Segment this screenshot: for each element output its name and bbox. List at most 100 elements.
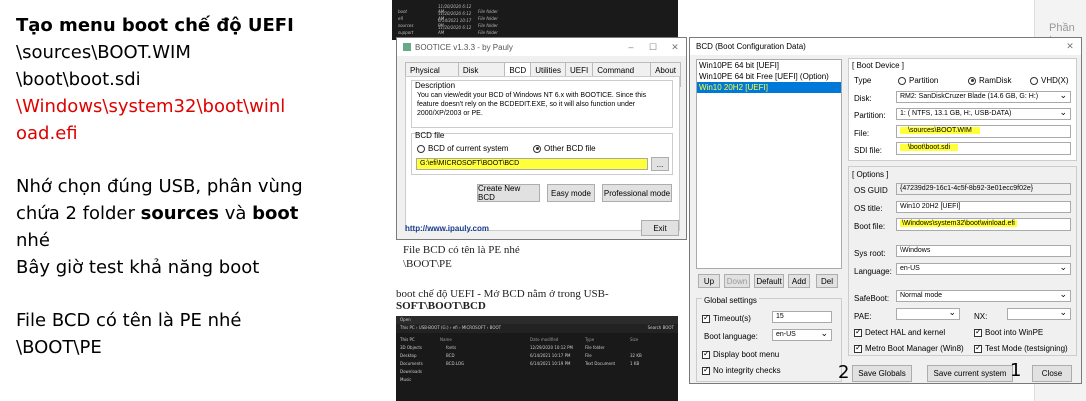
checkbox-icon[interactable] xyxy=(702,349,710,359)
bootice-title: BOOTICE v1.3.3 - by Pauly xyxy=(415,42,513,52)
nx-label: NX: xyxy=(974,312,988,321)
close-button[interactable]: Close xyxy=(1032,365,1072,382)
type-vhd-radio[interactable]: VHD(X) xyxy=(1030,76,1069,85)
checkbox-icon[interactable] xyxy=(974,343,982,353)
disk-label: Disk: xyxy=(854,94,872,103)
sys-root-field[interactable]: \Windows xyxy=(896,245,1071,257)
sdi-file-field[interactable]: \boot\boot.sdi xyxy=(896,142,1071,155)
up-button[interactable]: Up xyxy=(698,274,720,288)
boot-language-select[interactable]: en-US xyxy=(772,329,832,341)
explorer-file-row[interactable]: BCD.LOG 6/14/2021 10:19 PM Text Document 1 … xyxy=(440,361,674,369)
nav-item[interactable]: 3D Objects xyxy=(400,345,432,353)
save-globals-button[interactable]: Save Globals xyxy=(852,365,912,382)
explorer-file-row[interactable]: BCD 6/14/2021 10:17 PM File 32 KB xyxy=(440,353,674,361)
timeout-checkbox[interactable]: Timeout(s) xyxy=(702,313,751,323)
nx-select[interactable] xyxy=(1007,308,1071,320)
disk-select[interactable]: RM2: SanDiskCruzer Blade (14.6 GB, G: H:… xyxy=(896,91,1071,103)
partition-select[interactable]: 1: ( NTFS, 13.1 GB, H:, USB-DATA) xyxy=(896,108,1071,120)
explorer-header: Name Date modified Type Size xyxy=(440,337,639,342)
boot-entry[interactable]: Win10PE 64 bit [UEFI] xyxy=(697,60,841,71)
professional-mode-button[interactable]: Professional mode xyxy=(602,184,672,202)
radio-icon[interactable] xyxy=(1030,76,1038,85)
notes-title: Tạo menu boot chế độ UEFI xyxy=(16,15,294,36)
radio-icon[interactable] xyxy=(533,144,541,153)
bcd-path-field[interactable]: G:\efi\MICROSOFT\BOOT\BCD xyxy=(416,158,648,170)
radio-icon[interactable] xyxy=(898,76,906,85)
close-icon[interactable]: ✕ xyxy=(664,42,686,53)
doc-line-2: SOFT\BOOT\BCD xyxy=(396,300,486,312)
minimize-icon[interactable]: – xyxy=(620,42,642,53)
explorer-row[interactable]: efi11/20/2020 6:12 AM File folder xyxy=(398,11,672,21)
del-button[interactable]: Del xyxy=(816,274,838,288)
down-button[interactable]: Down xyxy=(724,274,750,288)
sys-root-label: Sys root: xyxy=(854,249,886,258)
bcd-window: BCD (Boot Configuration Data) ✕ Win10PE … xyxy=(689,37,1082,384)
radio-icon[interactable] xyxy=(417,144,425,153)
boot-file-field[interactable]: \Windows\system32\boot\winload.efi xyxy=(896,218,1071,231)
ipauly-link[interactable]: http://www.ipauly.com xyxy=(405,224,489,233)
maximize-icon[interactable]: ☐ xyxy=(642,42,664,53)
nav-item[interactable]: Music xyxy=(400,377,432,385)
pae-select[interactable] xyxy=(896,308,960,320)
language-label: Language: xyxy=(854,267,892,276)
explorer-nav: This PC 3D Objects Desktop Documents Dow… xyxy=(396,333,436,389)
display-boot-menu-checkbox[interactable]: Display boot menu xyxy=(702,349,779,359)
checkbox-icon[interactable] xyxy=(854,343,862,353)
save-current-system-button[interactable]: Save current system xyxy=(927,365,1013,382)
add-button[interactable]: Add xyxy=(788,274,810,288)
options-label: [ Options ] xyxy=(852,170,889,179)
global-settings-label: Global settings xyxy=(702,296,759,305)
close-icon[interactable]: ✕ xyxy=(1059,41,1081,52)
explorer-file-row[interactable]: fonts 12/29/2020 10:12 PM File folder xyxy=(440,345,674,353)
nav-item[interactable]: Desktop xyxy=(400,353,432,361)
radio-bcd-other[interactable]: Other BCD file xyxy=(533,144,596,153)
easy-mode-button[interactable]: Easy mode xyxy=(547,184,595,202)
doc-caption-1: File BCD có tên là PE nhé xyxy=(403,244,520,256)
test-mode-checkbox[interactable]: Test Mode (testsigning) xyxy=(974,343,1068,353)
create-new-bcd-button[interactable]: Create New BCD xyxy=(477,184,540,202)
default-button[interactable]: Default xyxy=(754,274,784,288)
nav-item[interactable]: Downloads xyxy=(400,369,432,377)
explorer-row[interactable]: boot11/20/2020 6:12 AM File folder xyxy=(398,4,672,14)
explorer-top-listing: boot11/20/2020 6:12 AM File folder efi11/… xyxy=(392,0,678,40)
explorer-row[interactable]: support11/20/2020 6:12 AM File folder xyxy=(398,25,672,35)
radio-icon[interactable] xyxy=(968,76,976,85)
checkbox-icon[interactable] xyxy=(702,365,710,375)
checkbox-icon[interactable] xyxy=(702,313,710,323)
radio-bcd-current[interactable]: BCD of current system xyxy=(417,144,508,153)
checkbox-icon[interactable] xyxy=(974,327,982,337)
boot-entry[interactable]: Win10PE 64 bit Free [UEFI] (Option) xyxy=(697,71,841,82)
metro-boot-manager-checkbox[interactable]: Metro Boot Manager (Win8) xyxy=(854,343,964,353)
timeout-field[interactable]: 15 xyxy=(772,311,832,323)
file-field[interactable]: \sources\BOOT.WIM xyxy=(896,125,1071,138)
browse-button[interactable]: ... xyxy=(651,157,669,171)
notes-bcd-name: File BCD có tên là PE nhé xyxy=(16,310,242,331)
type-partition-radio[interactable]: Partition xyxy=(898,76,938,85)
boot-entry-selected[interactable]: Win10 20H2 [UEFI] xyxy=(697,82,841,93)
nav-item[interactable]: Documents xyxy=(400,361,432,369)
nav-item[interactable]: This PC xyxy=(400,337,432,345)
bcd-file-label: BCD file xyxy=(415,131,445,140)
explorer-search[interactable]: Search BOOT xyxy=(648,325,674,332)
type-ramdisk-radio[interactable]: RamDisk xyxy=(968,76,1011,85)
bootice-window: BOOTICE v1.3.3 - by Pauly – ☐ ✕ Physical… xyxy=(396,37,687,240)
doc-line-1: boot chế độ UEFI - Mở BCD nằm ở trong US… xyxy=(396,288,609,300)
detect-hal-checkbox[interactable]: Detect HAL and kernel xyxy=(854,327,945,337)
exit-button[interactable]: Exit xyxy=(641,220,679,236)
checkbox-icon[interactable] xyxy=(854,327,862,337)
explorer-path[interactable]: This PC › USB-BOOT (G:) › efi › MICROSOF… xyxy=(400,325,501,332)
notes-path-wim: \sources\BOOT.WIM xyxy=(16,42,191,63)
boot-into-winpe-checkbox[interactable]: Boot into WinPE xyxy=(974,327,1043,337)
safeboot-select[interactable]: Normal mode xyxy=(896,290,1071,302)
language-select[interactable]: en-US xyxy=(896,263,1071,275)
notes-usb-b: chứa 2 folder sources và boot xyxy=(16,203,299,224)
boot-device-label: [ Boot Device ] xyxy=(852,61,905,70)
os-title-field[interactable]: Win10 20H2 [UEFI] xyxy=(896,201,1071,213)
explorer-row[interactable]: sources6/14/2021 10:17 PM File folder xyxy=(398,18,672,28)
os-title-label: OS title: xyxy=(854,204,883,213)
no-integrity-checkbox[interactable]: No integrity checks xyxy=(702,365,781,375)
description-label: Description xyxy=(415,81,456,90)
file-label: File: xyxy=(854,129,870,138)
pae-label: PAE: xyxy=(854,312,872,321)
bcd-titlebar: BCD (Boot Configuration Data) ✕ xyxy=(690,38,1081,55)
